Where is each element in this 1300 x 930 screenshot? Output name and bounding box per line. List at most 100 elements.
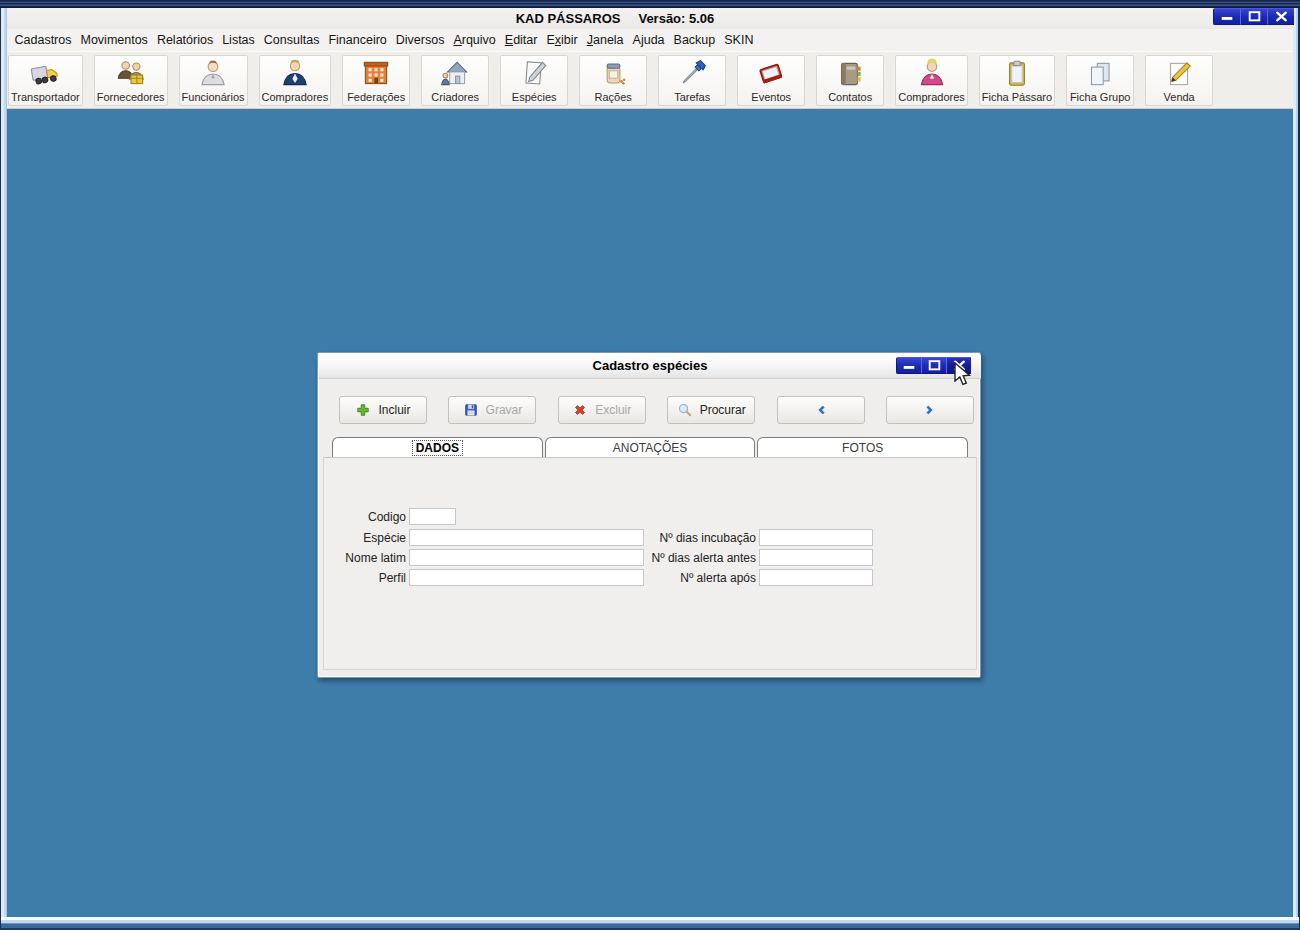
toolbar-button[interactable]: Compradores xyxy=(259,55,332,106)
maximize-icon xyxy=(922,357,947,374)
close-icon xyxy=(1269,8,1294,25)
menu-item[interactable]: Ajuda xyxy=(628,31,669,49)
field-input[interactable] xyxy=(759,529,873,546)
window-close-button[interactable] xyxy=(1267,8,1294,25)
field-label: Nº dias alerta antes xyxy=(609,551,759,565)
field-label: Nº dias incubação xyxy=(609,531,759,545)
form-field: Nº dias incubação xyxy=(609,529,873,546)
toolbar-button[interactable]: Venda xyxy=(1145,55,1213,106)
menu-item[interactable]: Consultas xyxy=(259,31,324,49)
toolbar-button[interactable]: Eventos xyxy=(737,55,805,106)
minimize-icon xyxy=(897,357,922,374)
toolbar-button[interactable]: Fornecedores xyxy=(94,55,168,106)
window-maximize-button[interactable] xyxy=(1240,8,1267,25)
toolbar-button[interactable]: Contatos xyxy=(816,55,884,106)
dialog-minimize-button[interactable] xyxy=(896,357,921,374)
menu-item[interactable]: SKIN xyxy=(720,31,758,49)
breeder-house-icon xyxy=(438,57,472,91)
tab-content-panel: Codigo Espécie Nome latim Perfil xyxy=(323,457,977,670)
dialog-titlebar[interactable]: Cadastro espécies xyxy=(319,354,981,379)
toolbar-button[interactable]: Compradores xyxy=(895,55,968,106)
dialog-tabs: DADOS ANOTAÇÕES FOTOS xyxy=(332,437,968,458)
chevron-right-icon xyxy=(922,402,938,418)
command-button[interactable]: Excluir xyxy=(558,396,646,424)
toolbar-button[interactable]: Ficha Grupo xyxy=(1066,55,1134,106)
tab[interactable]: FOTOS xyxy=(757,437,968,458)
field-input[interactable] xyxy=(409,508,456,525)
menu-item[interactable]: Diversos xyxy=(391,31,449,49)
field-label: Nome latim xyxy=(324,551,409,565)
clipboard-icon xyxy=(1000,57,1034,91)
command-button[interactable]: Procurar xyxy=(667,396,755,424)
window-title: KAD PÁSSAROSVersão: 5.06 xyxy=(0,8,1258,30)
menu-item[interactable]: Janela xyxy=(582,31,628,49)
chevron-left-icon xyxy=(813,402,829,418)
command-button[interactable] xyxy=(777,396,865,424)
menu-item[interactable]: Financeiro xyxy=(324,31,391,49)
command-button[interactable]: Incluir xyxy=(339,396,427,424)
cadastro-especies-dialog: Cadastro espécies Incluir Gravar Excluir xyxy=(317,352,981,678)
pencil-sheet-icon xyxy=(1162,57,1196,91)
field-input[interactable] xyxy=(759,569,873,586)
form-field: Codigo xyxy=(324,508,456,525)
toolbar-button[interactable]: Criadores xyxy=(421,55,489,106)
toolbar-button[interactable]: Ficha Pássaro xyxy=(979,55,1055,106)
menu-item[interactable]: Exibir xyxy=(542,31,582,49)
menu-item[interactable]: Backup xyxy=(669,31,720,49)
toolbar: Transportador Fornecedores Funcionários … xyxy=(7,51,1293,109)
buyer-pink-icon xyxy=(915,57,949,91)
federation-building-icon xyxy=(359,57,393,91)
search-magnifier-icon xyxy=(677,402,693,418)
form-field: Espécie xyxy=(324,529,644,546)
toolbar-button[interactable]: Transportador xyxy=(8,55,83,106)
maximize-icon xyxy=(1242,8,1267,25)
window-left-border xyxy=(0,8,7,930)
form-field: Nome latim xyxy=(324,549,644,566)
feed-jar-icon xyxy=(596,57,630,91)
minimize-icon xyxy=(1215,8,1240,25)
dialog-maximize-button[interactable] xyxy=(921,357,946,374)
menu-bar: Cadastros Movimentos Relatórios Listas C… xyxy=(7,29,1293,51)
menu-item[interactable]: Relatórios xyxy=(152,31,217,49)
red-book-icon xyxy=(754,57,788,91)
form-field: Perfil xyxy=(324,569,644,586)
suppliers-icon xyxy=(114,57,148,91)
add-plus-icon xyxy=(355,402,371,418)
window-bottom-border xyxy=(1,917,1299,930)
menu-item[interactable]: Arquivo xyxy=(449,31,500,49)
tab[interactable]: ANOTAÇÕES xyxy=(545,437,756,458)
menu-item[interactable]: Listas xyxy=(218,31,260,49)
menu-item[interactable]: Editar xyxy=(500,31,542,49)
form-field: Nº alerta após xyxy=(609,569,873,586)
toolbar-button[interactable]: Espécies xyxy=(500,55,568,106)
address-book-icon xyxy=(833,57,867,91)
buyer-icon xyxy=(278,57,312,91)
menu-item[interactable]: Movimentos xyxy=(76,31,152,49)
species-note-icon xyxy=(517,57,551,91)
window-top-border xyxy=(0,0,1300,8)
toolbar-button[interactable]: Rações xyxy=(579,55,647,106)
field-label: Codigo xyxy=(324,510,409,524)
delete-x-icon xyxy=(572,402,588,418)
screwdriver-icon xyxy=(675,57,709,91)
field-label: Espécie xyxy=(324,531,409,545)
employee-icon xyxy=(196,57,230,91)
command-button[interactable] xyxy=(886,396,974,424)
toolbar-button[interactable]: Federações xyxy=(342,55,410,106)
menu-item[interactable]: Cadastros xyxy=(10,31,76,49)
command-button[interactable]: Gravar xyxy=(448,396,536,424)
window-minimize-button[interactable] xyxy=(1213,8,1240,25)
save-floppy-icon xyxy=(463,402,479,418)
dialog-button-row: Incluir Gravar Excluir Procurar xyxy=(339,396,974,424)
field-label: Nº alerta após xyxy=(609,571,759,585)
dialog-title: Cadastro espécies xyxy=(319,354,981,378)
form-field: Nº dias alerta antes xyxy=(609,549,873,566)
truck-icon xyxy=(28,57,62,91)
window-titlebar: KAD PÁSSAROSVersão: 5.06 xyxy=(7,8,1293,29)
field-label: Perfil xyxy=(324,571,409,585)
field-input[interactable] xyxy=(759,549,873,566)
toolbar-button[interactable]: Tarefas xyxy=(658,55,726,106)
tab[interactable]: DADOS xyxy=(332,437,543,458)
sheets-icon xyxy=(1083,57,1117,91)
toolbar-button[interactable]: Funcionários xyxy=(179,55,248,106)
